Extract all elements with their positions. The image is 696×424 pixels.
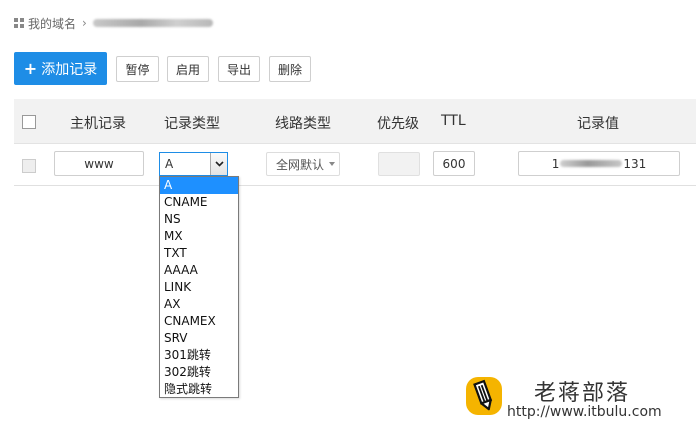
record-type-dropdown[interactable]: A CNAME NS MX TXT AAAA LINK AX CNAMEX SRV 301跳转 302… — [159, 176, 239, 398]
record-value-input[interactable]: 1 131 — [518, 151, 680, 176]
record-value-start: 1 — [551, 156, 560, 171]
record-value-end: 131 — [623, 156, 647, 171]
watermark-url: http://www.itbulu.com — [507, 404, 662, 420]
breadcrumb-domain-redacted — [92, 19, 213, 27]
chevron-right-icon: › — [82, 16, 87, 30]
record-value-redacted — [560, 160, 623, 167]
add-record-button[interactable]: + 添加记录 — [14, 52, 107, 85]
record-type-option[interactable]: TXT — [160, 245, 238, 262]
record-type-option[interactable]: 隐式跳转 — [160, 381, 238, 398]
pause-button[interactable]: 暂停 — [116, 56, 159, 82]
record-type-option[interactable]: CNAMEX — [160, 313, 238, 330]
record-type-option[interactable]: CNAME — [160, 194, 238, 211]
column-header-ttl: TTL — [441, 113, 466, 129]
record-type-option[interactable]: A — [160, 177, 238, 194]
grid-icon — [14, 18, 24, 28]
column-header-host: 主机记录 — [70, 116, 126, 132]
row-divider — [14, 185, 696, 186]
pencil-logo-icon — [466, 377, 502, 415]
column-header-value: 记录值 — [577, 116, 619, 132]
record-type-option[interactable]: AAAA — [160, 262, 238, 279]
delete-button[interactable]: 删除 — [269, 56, 311, 82]
export-button[interactable]: 导出 — [218, 56, 260, 82]
host-record-input[interactable]: www — [54, 151, 144, 176]
add-record-label: 添加记录 — [41, 61, 98, 78]
priority-input-disabled — [378, 152, 420, 176]
record-type-select[interactable]: A — [159, 152, 228, 176]
column-header-type: 记录类型 — [164, 116, 220, 132]
record-type-option[interactable]: 302跳转 — [160, 364, 238, 381]
ttl-input[interactable]: 600 — [433, 151, 475, 176]
record-type-option[interactable]: LINK — [160, 279, 238, 296]
chevron-down-icon[interactable] — [210, 153, 227, 175]
line-type-select[interactable]: 全网默认 — [266, 152, 340, 176]
record-type-option[interactable]: MX — [160, 228, 238, 245]
record-type-option[interactable]: AX — [160, 296, 238, 313]
breadcrumb-root-link[interactable]: 我的域名 — [28, 15, 76, 32]
line-type-value: 全网默认 — [276, 157, 325, 172]
column-header-priority: 优先级 — [377, 116, 419, 132]
table-header: 主机记录 记录类型 线路类型 优先级 TTL 记录值 — [14, 99, 696, 144]
record-type-value: A — [165, 157, 174, 171]
record-type-option[interactable]: NS — [160, 211, 238, 228]
row-checkbox[interactable] — [22, 159, 36, 173]
watermark-title: 老蒋部落 — [534, 381, 631, 406]
record-type-option[interactable]: 301跳转 — [160, 347, 238, 364]
column-header-line: 线路类型 — [275, 116, 331, 132]
plus-icon: + — [23, 58, 38, 78]
select-all-checkbox[interactable] — [22, 115, 36, 129]
record-type-option[interactable]: SRV — [160, 330, 238, 347]
enable-button[interactable]: 启用 — [167, 56, 209, 82]
caret-down-icon — [329, 162, 336, 166]
breadcrumb: 我的域名 › — [14, 14, 213, 32]
